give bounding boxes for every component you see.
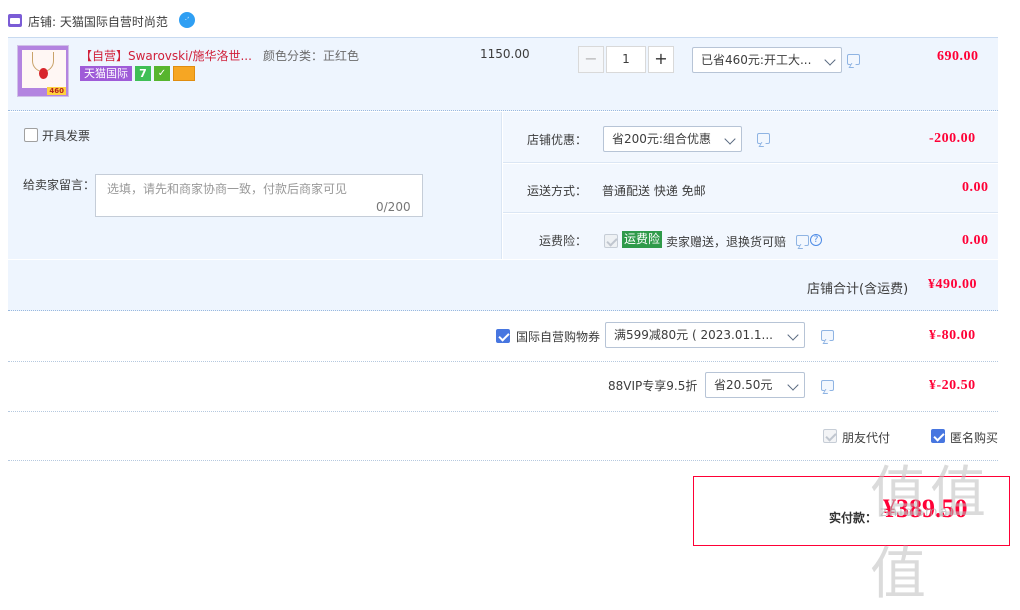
shop-discount-value: 省200元:组合优惠	[612, 132, 711, 146]
product-title[interactable]: 【自营】Swarovski/施华洛世...	[80, 47, 256, 64]
product-sku: 颜色分类：正红色	[263, 49, 360, 63]
insurance-label: 运费险：	[539, 234, 588, 248]
chevron-down-icon	[787, 329, 799, 341]
shop-discount-label: 店铺优惠：	[527, 133, 588, 147]
quantity-stepper: − 1 +	[578, 46, 674, 73]
help-icon[interactable]: ?	[810, 234, 822, 246]
qty-input[interactable]: 1	[606, 46, 646, 73]
chevron-down-icon	[824, 54, 836, 66]
qty-minus-button[interactable]: −	[578, 46, 604, 73]
card-icon[interactable]	[173, 66, 195, 81]
chat-icon[interactable]	[796, 235, 809, 246]
shop-total-label: 店铺合计(含运费)	[807, 282, 909, 297]
chevron-down-icon	[724, 133, 736, 145]
shop-total-amount: ¥490.00	[928, 277, 977, 292]
shop-discount-select[interactable]: 省200元:组合优惠	[603, 126, 742, 152]
chat-icon[interactable]	[757, 133, 770, 144]
anonymous-checkbox[interactable]	[931, 429, 945, 443]
coupon-select[interactable]: 满599减80元 ( 2023.01.1...	[605, 322, 805, 348]
vip-select[interactable]: 省20.50元	[705, 372, 805, 398]
chat-icon[interactable]	[847, 54, 860, 65]
shipping-amount: 0.00	[962, 180, 989, 195]
insurance-amount: 0.00	[962, 233, 989, 248]
product-thumbnail[interactable]: 460	[17, 45, 69, 97]
product-badges: 天猫国际 7 ✓	[80, 66, 195, 82]
friend-pay-checkbox[interactable]	[823, 429, 837, 443]
tmall-global-badge[interactable]: 天猫国际	[80, 66, 132, 81]
message-label: 给卖家留言：	[23, 178, 96, 192]
chat-icon[interactable]	[821, 380, 834, 391]
vip-amount: ¥-20.50	[929, 378, 976, 393]
item-discount-value: 已省460元:开工大...	[701, 53, 812, 67]
item-discount-select[interactable]: 已省460元:开工大...	[692, 47, 842, 73]
coupon-amount: ¥-80.00	[929, 328, 976, 343]
shop-name[interactable]: 店铺: 天猫国际自营时尚范	[28, 13, 168, 30]
chevron-down-icon	[787, 379, 799, 391]
divider	[8, 361, 998, 362]
thumb-price-tag: 460	[47, 87, 66, 95]
item-subtotal: 690.00	[937, 49, 979, 64]
shop-icon	[8, 14, 22, 27]
wangwang-chat-icon[interactable]: ·ʼ	[179, 12, 195, 28]
insurance-text: 卖家赠送，退换货可赔	[666, 235, 787, 249]
vip-value: 省20.50元	[714, 378, 773, 392]
insurance-checkbox	[604, 234, 618, 248]
coupon-checkbox[interactable]	[496, 329, 510, 343]
anonymous-label: 匿名购买	[950, 431, 999, 445]
seven-day-return-badge[interactable]: 7	[135, 66, 151, 81]
chat-icon[interactable]	[821, 330, 834, 341]
vip-label: 88VIP专享9.5折	[608, 379, 698, 393]
invoice-checkbox[interactable]	[24, 128, 38, 142]
insurance-tag: 运费险	[622, 231, 663, 248]
divider	[8, 460, 998, 461]
coupon-label: 国际自营购物券	[516, 330, 601, 344]
unit-price: 1150.00	[480, 47, 530, 61]
friend-pay-label: 朋友代付	[842, 431, 891, 445]
watermark-sub: zhidemai	[880, 505, 956, 520]
invoice-label: 开具发票	[42, 129, 91, 143]
watermark-logo: 值值值	[870, 461, 990, 607]
coupon-value: 满599减80元 ( 2023.01.1...	[614, 328, 774, 342]
qty-plus-button[interactable]: +	[648, 46, 674, 73]
shield-icon[interactable]: ✓	[154, 66, 170, 81]
message-count: 0/200	[376, 200, 411, 214]
shop-discount-amount: -200.00	[929, 131, 976, 146]
message-placeholder: 选填，请先和商家协商一致，付款后商家可见	[107, 182, 348, 196]
shipping-label: 运送方式：	[527, 184, 588, 198]
shipping-value: 普通配送 快递 免邮	[602, 184, 706, 198]
divider	[8, 411, 998, 412]
